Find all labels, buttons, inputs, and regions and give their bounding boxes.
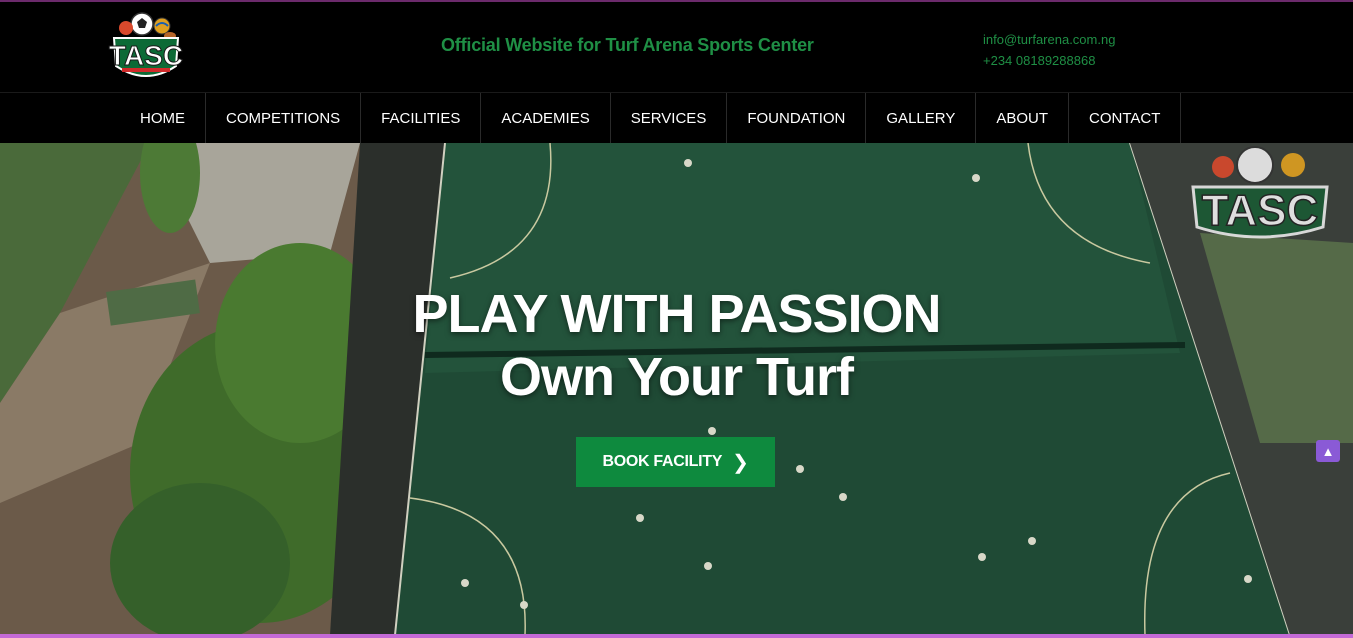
phone-link[interactable]: +234 08189288868 <box>983 50 1115 71</box>
book-facility-button[interactable]: BOOK FACILITY ❯ <box>576 437 775 487</box>
logo-badge-icon: TASC <box>108 12 184 77</box>
hero-subtitle: Own Your Turf <box>500 347 854 407</box>
watermark-logo: TASC <box>1185 143 1335 243</box>
bottom-accent-line <box>0 634 1353 638</box>
contact-info: info@turfarena.com.ng +234 08189288868 <box>983 29 1115 71</box>
watermark-text: TASC <box>1202 186 1319 235</box>
logo-text: TASC <box>109 40 183 71</box>
hero-title: PLAY WITH PASSION <box>412 284 941 344</box>
site-logo[interactable]: TASC <box>104 8 188 86</box>
nav-item-about[interactable]: ABOUT <box>976 93 1070 144</box>
nav-item-contact[interactable]: CONTACT <box>1069 93 1182 144</box>
nav-item-gallery[interactable]: GALLERY <box>866 93 977 144</box>
nav-item-services[interactable]: SERVICES <box>611 93 728 144</box>
hero-section: TASC PLAY WITH PASSION Own Your Turf BOO… <box>0 143 1353 635</box>
nav-item-facilities[interactable]: FACILITIES <box>361 93 482 144</box>
watermark-badge-icon: TASC <box>1191 146 1329 239</box>
fire-icon[interactable]: ▲ <box>1316 440 1340 462</box>
chevron-right-icon: ❯ <box>732 451 749 474</box>
nav-item-foundation[interactable]: FOUNDATION <box>727 93 867 144</box>
nav-item-academies[interactable]: ACADEMIES <box>481 93 611 144</box>
nav-item-competitions[interactable]: COMPETITIONS <box>206 93 362 144</box>
main-navigation: HOME COMPETITIONS FACILITIES ACADEMIES S… <box>0 92 1353 144</box>
site-tagline: Official Website for Turf Arena Sports C… <box>441 35 814 55</box>
nav-item-home[interactable]: HOME <box>120 93 206 144</box>
email-link[interactable]: info@turfarena.com.ng <box>983 29 1115 50</box>
nav-list: HOME COMPETITIONS FACILITIES ACADEMIES S… <box>120 93 1182 144</box>
book-facility-label: BOOK FACILITY <box>602 453 723 470</box>
top-header: TASC Official Website for Turf Arena Spo… <box>0 0 1353 92</box>
